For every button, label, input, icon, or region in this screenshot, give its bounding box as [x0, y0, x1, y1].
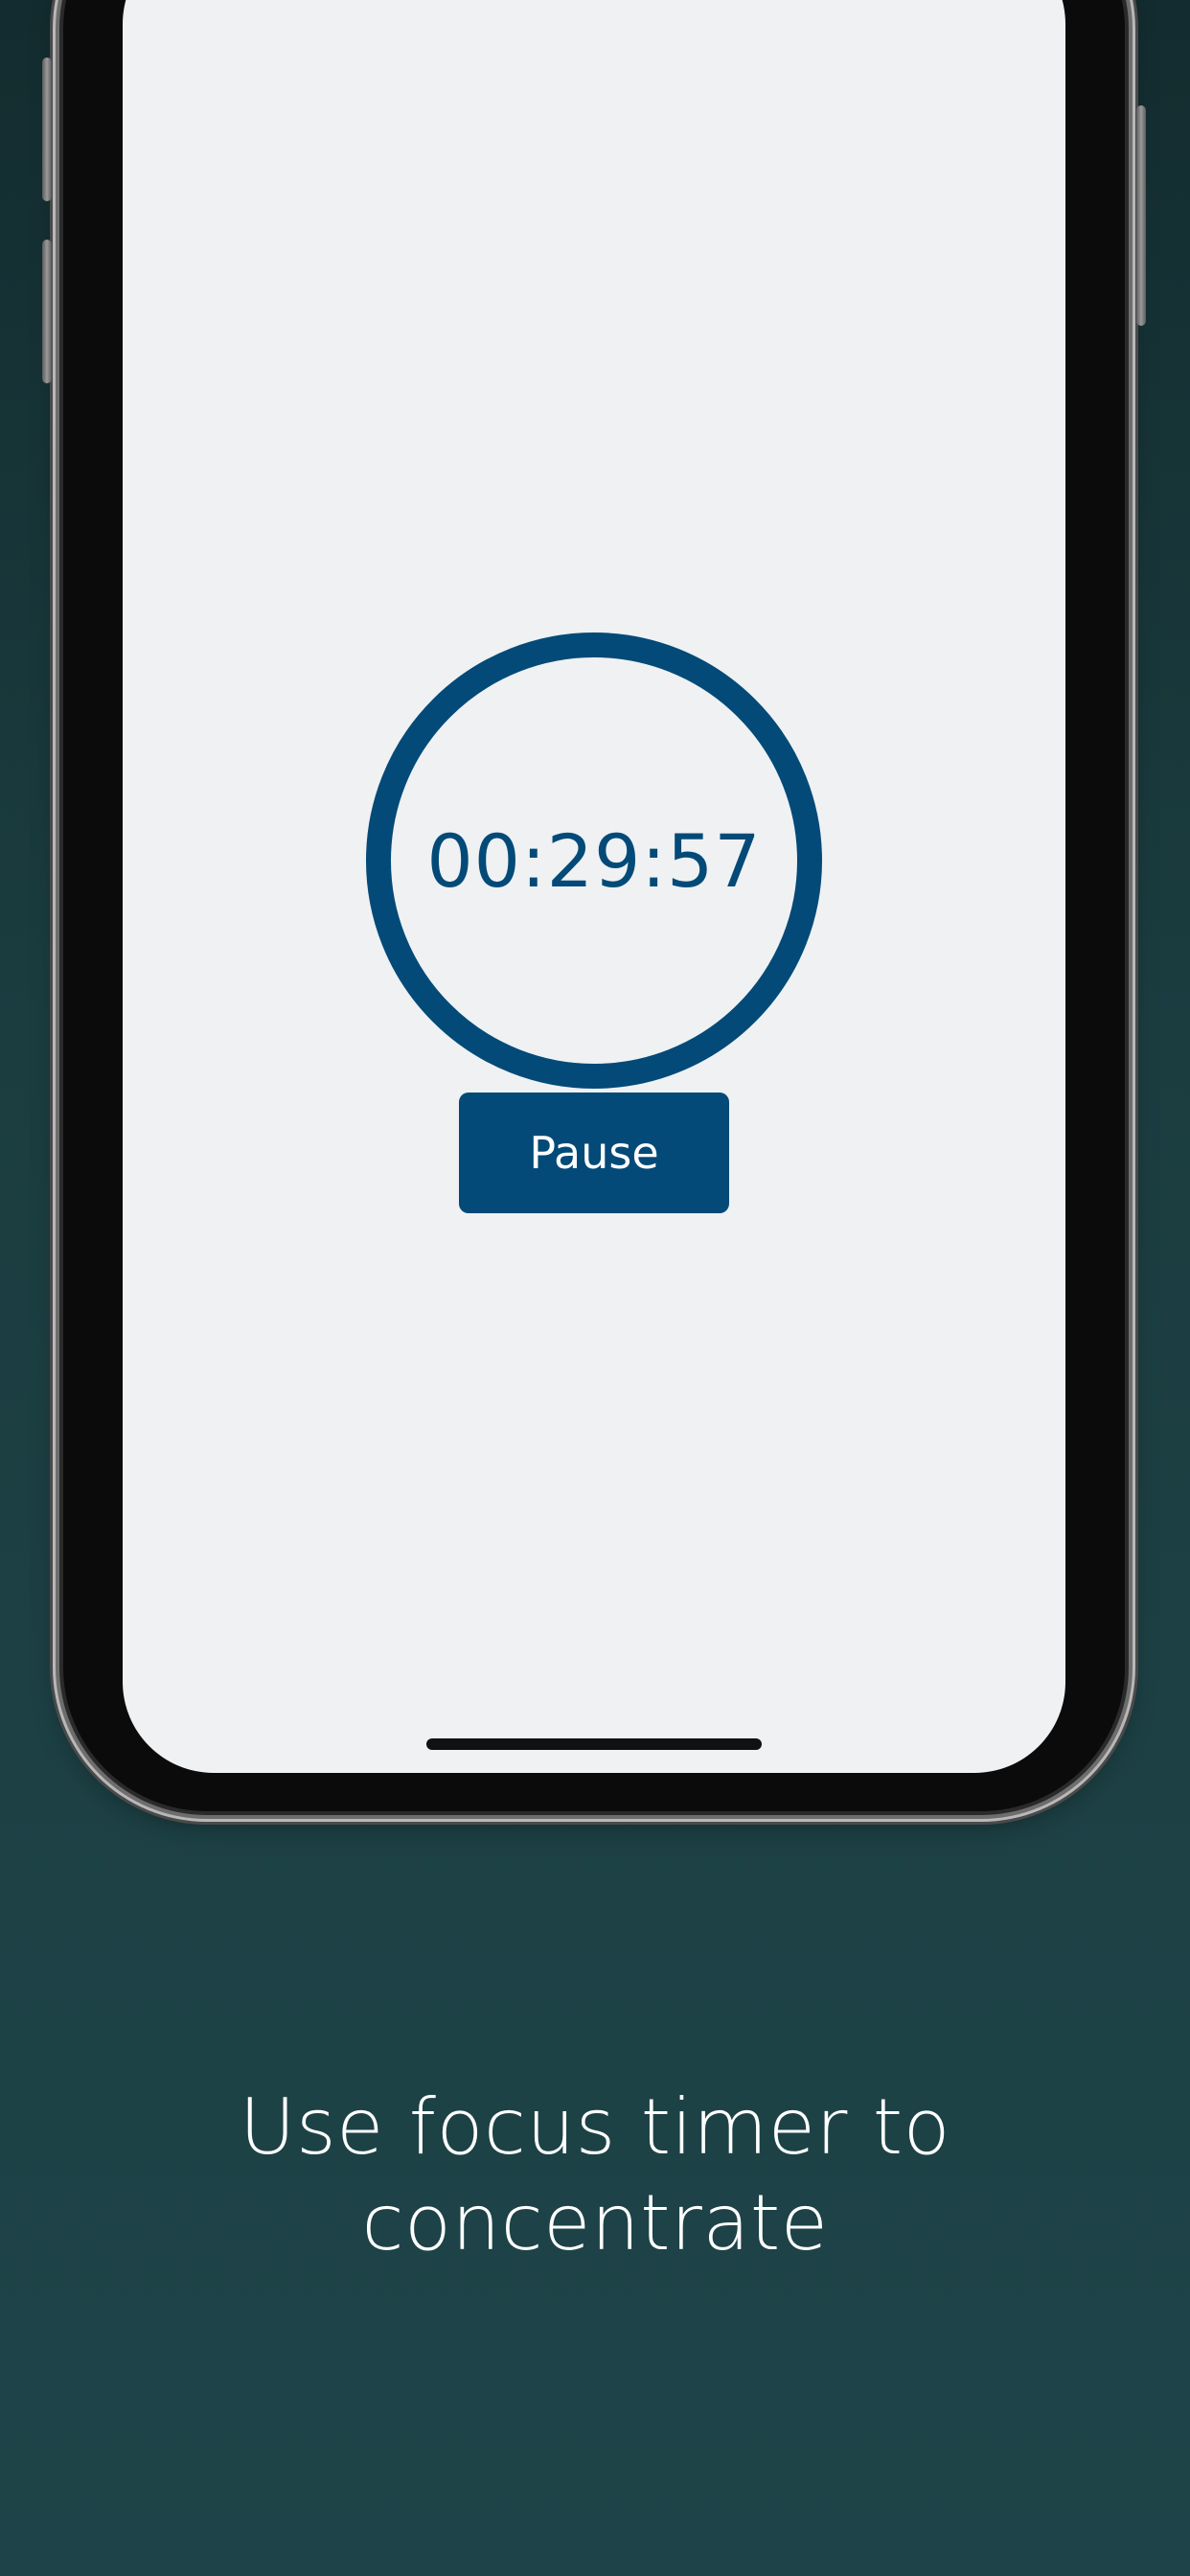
caption-line-2: concentrate — [361, 2178, 829, 2267]
pause-button[interactable]: Pause — [459, 1092, 729, 1213]
timer-display: 00:29:57 — [426, 817, 762, 904]
timer-ring: 00:29:57 — [366, 632, 822, 1089]
power-button — [1136, 105, 1146, 326]
caption-line-1: Use focus timer to — [239, 2082, 951, 2172]
pause-button-label: Pause — [529, 1127, 659, 1179]
home-indicator[interactable] — [426, 1738, 762, 1750]
volume-down-button — [42, 240, 52, 383]
phone-screen: 00:29:57 Pause — [123, 0, 1065, 1773]
volume-up-button — [42, 58, 52, 201]
promo-caption: Use focus timer to concentrate — [0, 2080, 1190, 2271]
phone-frame: 00:29:57 Pause — [42, 0, 1146, 1811]
